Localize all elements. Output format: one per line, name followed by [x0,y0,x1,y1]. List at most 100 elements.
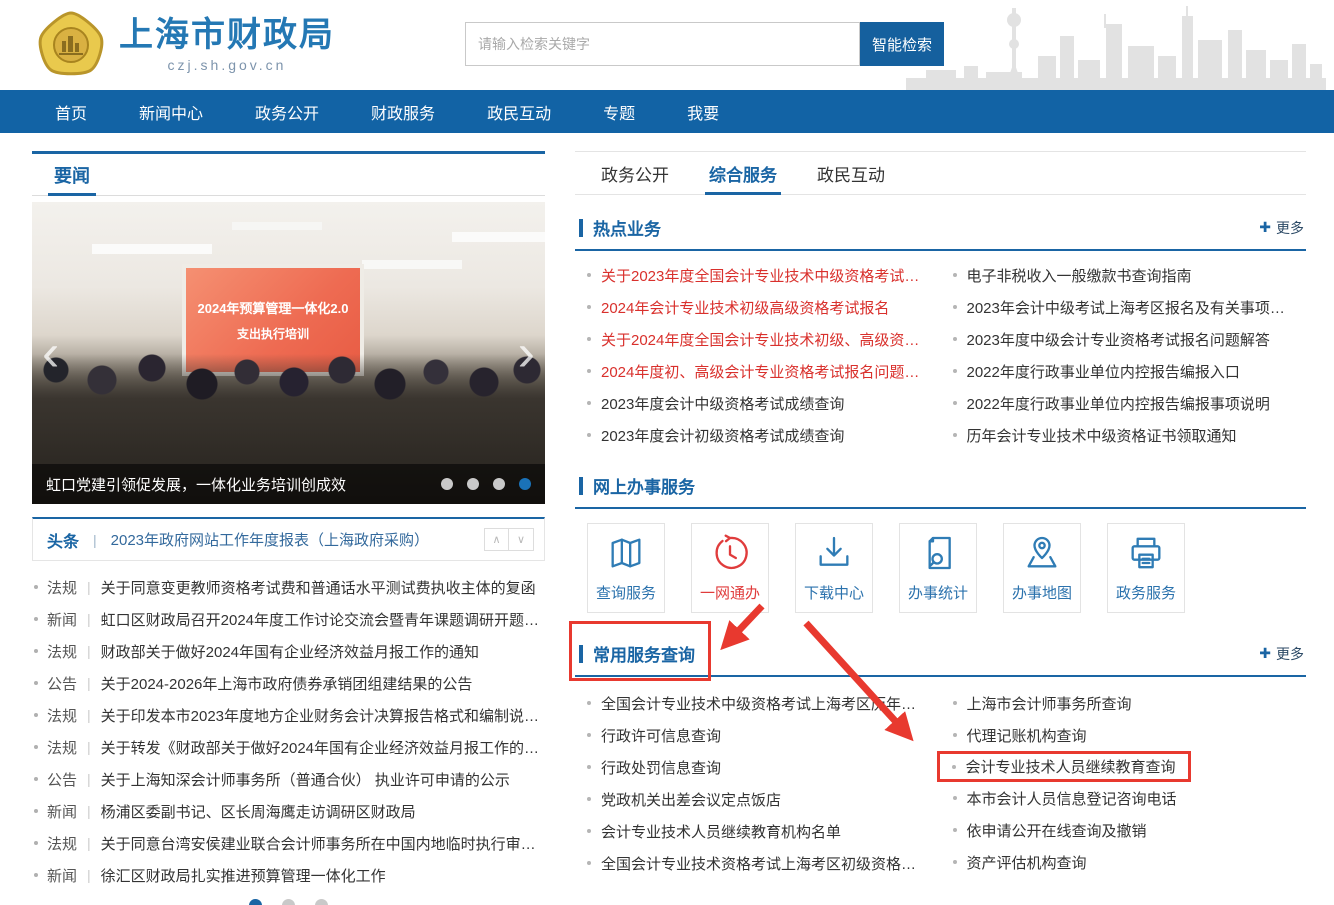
service-card-one-stop[interactable]: 一网通办 [691,523,769,613]
bullet-icon [587,861,591,865]
news-item[interactable]: 新闻 | 虹口区财政局召开2024年度工作讨论交流会暨青年课题调研开题分享会 [32,603,545,635]
service-card-query[interactable]: 查询服务 [587,523,665,613]
online-services-section: 网上办事服务 查询服务 一网通办 下载中心 [575,469,1306,613]
news-title[interactable]: 虹口区财政局召开2024年度工作讨论交流会暨青年课题调研开题分享会 [101,609,545,630]
online-services-header: 网上办事服务 [575,469,1306,509]
hot-link-item[interactable]: 关于2023年度全国会计专业技术中级资格考试上海考… [575,259,941,291]
bullet-icon [587,433,591,437]
service-card-map[interactable]: 办事地图 [1003,523,1081,613]
headline-pager: ∧ ∨ [484,528,534,551]
hot-link-item[interactable]: 关于2024年度全国会计专业技术初级、高级资格考试… [575,323,941,355]
hot-link-item[interactable]: 2023年会计中级考试上海考区报名及有关事项的通知 [941,291,1307,323]
news-title[interactable]: 关于印发本市2023年度地方企业财务会计决算报告格式和编制说明的… [101,705,545,726]
news-title[interactable]: 关于同意变更教师资格考试费和普通话水平测试费执收主体的复函 [101,577,536,598]
nav-item[interactable]: 专题 [603,100,635,124]
service-card-stats[interactable]: 办事统计 [899,523,977,613]
common-links-col2: 上海市会计师事务所查询 代理记账机构查询 会计专业技术人员继续教育查询 [941,687,1307,879]
nav-item[interactable]: 政民互动 [487,100,551,124]
main-nav: 首页 新闻中心 政务公开 财政服务 政民互动 专题 我要 [0,90,1334,133]
common-link-item[interactable]: 行政处罚信息查询 [575,751,941,783]
common-services-more-link[interactable]: ✚ 更多 [1259,644,1304,664]
news-title[interactable]: 关于2024-2026年上海市政府债券承销团组建结果的公告 [101,673,473,694]
news-title[interactable]: 杨浦区委副书记、区长周海鹰走访调研区财政局 [101,801,416,822]
bullet-icon [34,745,38,749]
news-item[interactable]: 法规 | 财政部关于做好2024年国有企业经济效益月报工作的通知 [32,635,545,667]
news-item[interactable]: 公告 | 关于2024-2026年上海市政府债券承销团组建结果的公告 [32,667,545,699]
nav-item[interactable]: 政务公开 [255,100,319,124]
headline-bar: 头条 | 2023年政府网站工作年度报表（上海政府采购） ∧ ∨ [32,517,545,561]
news-item[interactable]: 法规 | 关于转发《财政部关于做好2024年国有企业经济效益月报工作的通知… [32,731,545,763]
news-pager-dots [32,899,545,905]
news-item[interactable]: 新闻 | 杨浦区委副书记、区长周海鹰走访调研区财政局 [32,795,545,827]
hot-link-item[interactable]: 2022年度行政事业单位内控报告编报事项说明 [941,387,1307,419]
pager-dot[interactable] [282,899,295,905]
headline-up-icon[interactable]: ∧ [484,528,509,551]
hot-link-item[interactable]: 历年会计专业技术中级资格证书领取通知 [941,419,1307,451]
hot-link-item[interactable]: 2022年度行政事业单位内控报告编报入口 [941,355,1307,387]
news-title[interactable]: 关于转发《财政部关于做好2024年国有企业经济效益月报工作的通知… [101,737,545,758]
clock-refresh-icon [710,533,750,573]
bullet-icon [952,765,956,769]
news-item[interactable]: 法规 | 关于同意台湾安侯建业联合会计师事务所在中国内地临时执行审计业… [32,827,545,859]
common-link-item[interactable]: 上海市会计师事务所查询 [941,687,1307,719]
news-title[interactable]: 徐汇区财政局扎实推进预算管理一体化工作 [101,865,386,886]
news-title[interactable]: 关于同意台湾安侯建业联合会计师事务所在中国内地临时执行审计业… [101,833,545,854]
bullet-icon [34,681,38,685]
hot-link-item[interactable]: 2024年度初、高级会计专业资格考试报名问题解答 [575,355,941,387]
news-item[interactable]: 法规 | 关于印发本市2023年度地方企业财务会计决算报告格式和编制说明的… [32,699,545,731]
headline-title[interactable]: 2023年政府网站工作年度报表（上海政府采购） [111,529,484,550]
common-links-col1: 全国会计专业技术中级资格考试上海考区历年度证书… 行政许可信息查询 行政处罚信息… [575,687,941,879]
nav-item[interactable]: 首页 [55,100,87,124]
bullet-icon [34,841,38,845]
news-divider: | [87,835,91,851]
pager-dot[interactable] [315,899,328,905]
news-item[interactable]: 公告 | 关于上海知深会计师事务所（普通合伙） 执业许可申请的公示 [32,763,545,795]
service-tab[interactable]: 政务公开 [601,152,669,194]
service-tab[interactable]: 综合服务 [709,152,777,194]
section-bar-icon [579,645,583,663]
common-link-item[interactable]: 会计专业技术人员继续教育机构名单 [575,815,941,847]
service-card-gov[interactable]: 政务服务 [1107,523,1185,613]
news-item[interactable]: 法规 | 关于同意变更教师资格考试费和普通话水平测试费执收主体的复函 [32,571,545,603]
carousel-dot[interactable] [467,478,479,490]
common-link-item[interactable]: 代理记账机构查询 [941,719,1307,751]
hot-link-item[interactable]: 2023年度会计中级资格考试成绩查询 [575,387,941,419]
news-carousel[interactable]: 2024年预算管理一体化2.0 支出执行培训 ‹ › 虹口党建引领促发展，一体化… [32,202,545,504]
common-link-item[interactable]: 本市会计人员信息登记咨询电话 [941,782,1307,814]
hot-link-item[interactable]: 2024年会计专业技术初级高级资格考试报名 [575,291,941,323]
news-title[interactable]: 财政部关于做好2024年国有企业经济效益月报工作的通知 [101,641,479,662]
news-divider: | [87,739,91,755]
nav-item[interactable]: 新闻中心 [139,100,203,124]
bullet-icon [953,401,957,405]
headline-down-icon[interactable]: ∨ [509,528,534,551]
carousel-caption-text[interactable]: 虹口党建引领促发展，一体化业务培训创成效 [46,474,431,495]
hot-link-item[interactable]: 2023年度中级会计专业资格考试报名问题解答 [941,323,1307,355]
carousel-dot[interactable] [519,478,531,490]
common-link-item[interactable]: 行政许可信息查询 [575,719,941,751]
service-card-download[interactable]: 下载中心 [795,523,873,613]
carousel-next-icon[interactable]: › [518,327,535,379]
hot-business-more-link[interactable]: ✚ 更多 [1259,218,1304,238]
nav-item[interactable]: 财政服务 [371,100,435,124]
nav-item[interactable]: 我要 [687,100,719,124]
carousel-dot[interactable] [441,478,453,490]
tab-yaowen[interactable]: 要闻 [54,154,90,195]
common-link-item[interactable]: 党政机关出差会议定点饭店 [575,783,941,815]
hot-link-item[interactable]: 电子非税收入一般缴款书查询指南 [941,259,1307,291]
service-tab[interactable]: 政民互动 [817,152,885,194]
common-link-item[interactable]: 全国会计专业技术中级资格考试上海考区历年度证书… [575,687,941,719]
carousel-prev-icon[interactable]: ‹ [42,327,59,379]
common-link-item[interactable]: 全国会计专业技术资格考试上海考区初级资格证书领… [575,847,941,879]
bullet-icon [953,433,957,437]
common-services-title: 常用服务查询 [593,641,695,666]
carousel-dot[interactable] [493,478,505,490]
bullet-icon [34,777,38,781]
search-input[interactable] [465,22,860,66]
news-title[interactable]: 关于上海知深会计师事务所（普通合伙） 执业许可申请的公示 [101,769,510,790]
common-link-item[interactable]: 资产评估机构查询 [941,846,1307,878]
hot-link-item[interactable]: 2023年度会计初级资格考试成绩查询 [575,419,941,451]
common-link-item[interactable]: 依申请公开在线查询及撤销 [941,814,1307,846]
news-item[interactable]: 新闻 | 徐汇区财政局扎实推进预算管理一体化工作 [32,859,545,891]
common-link-item[interactable]: 会计专业技术人员继续教育查询 [937,751,1191,782]
pager-dot[interactable] [249,899,262,905]
